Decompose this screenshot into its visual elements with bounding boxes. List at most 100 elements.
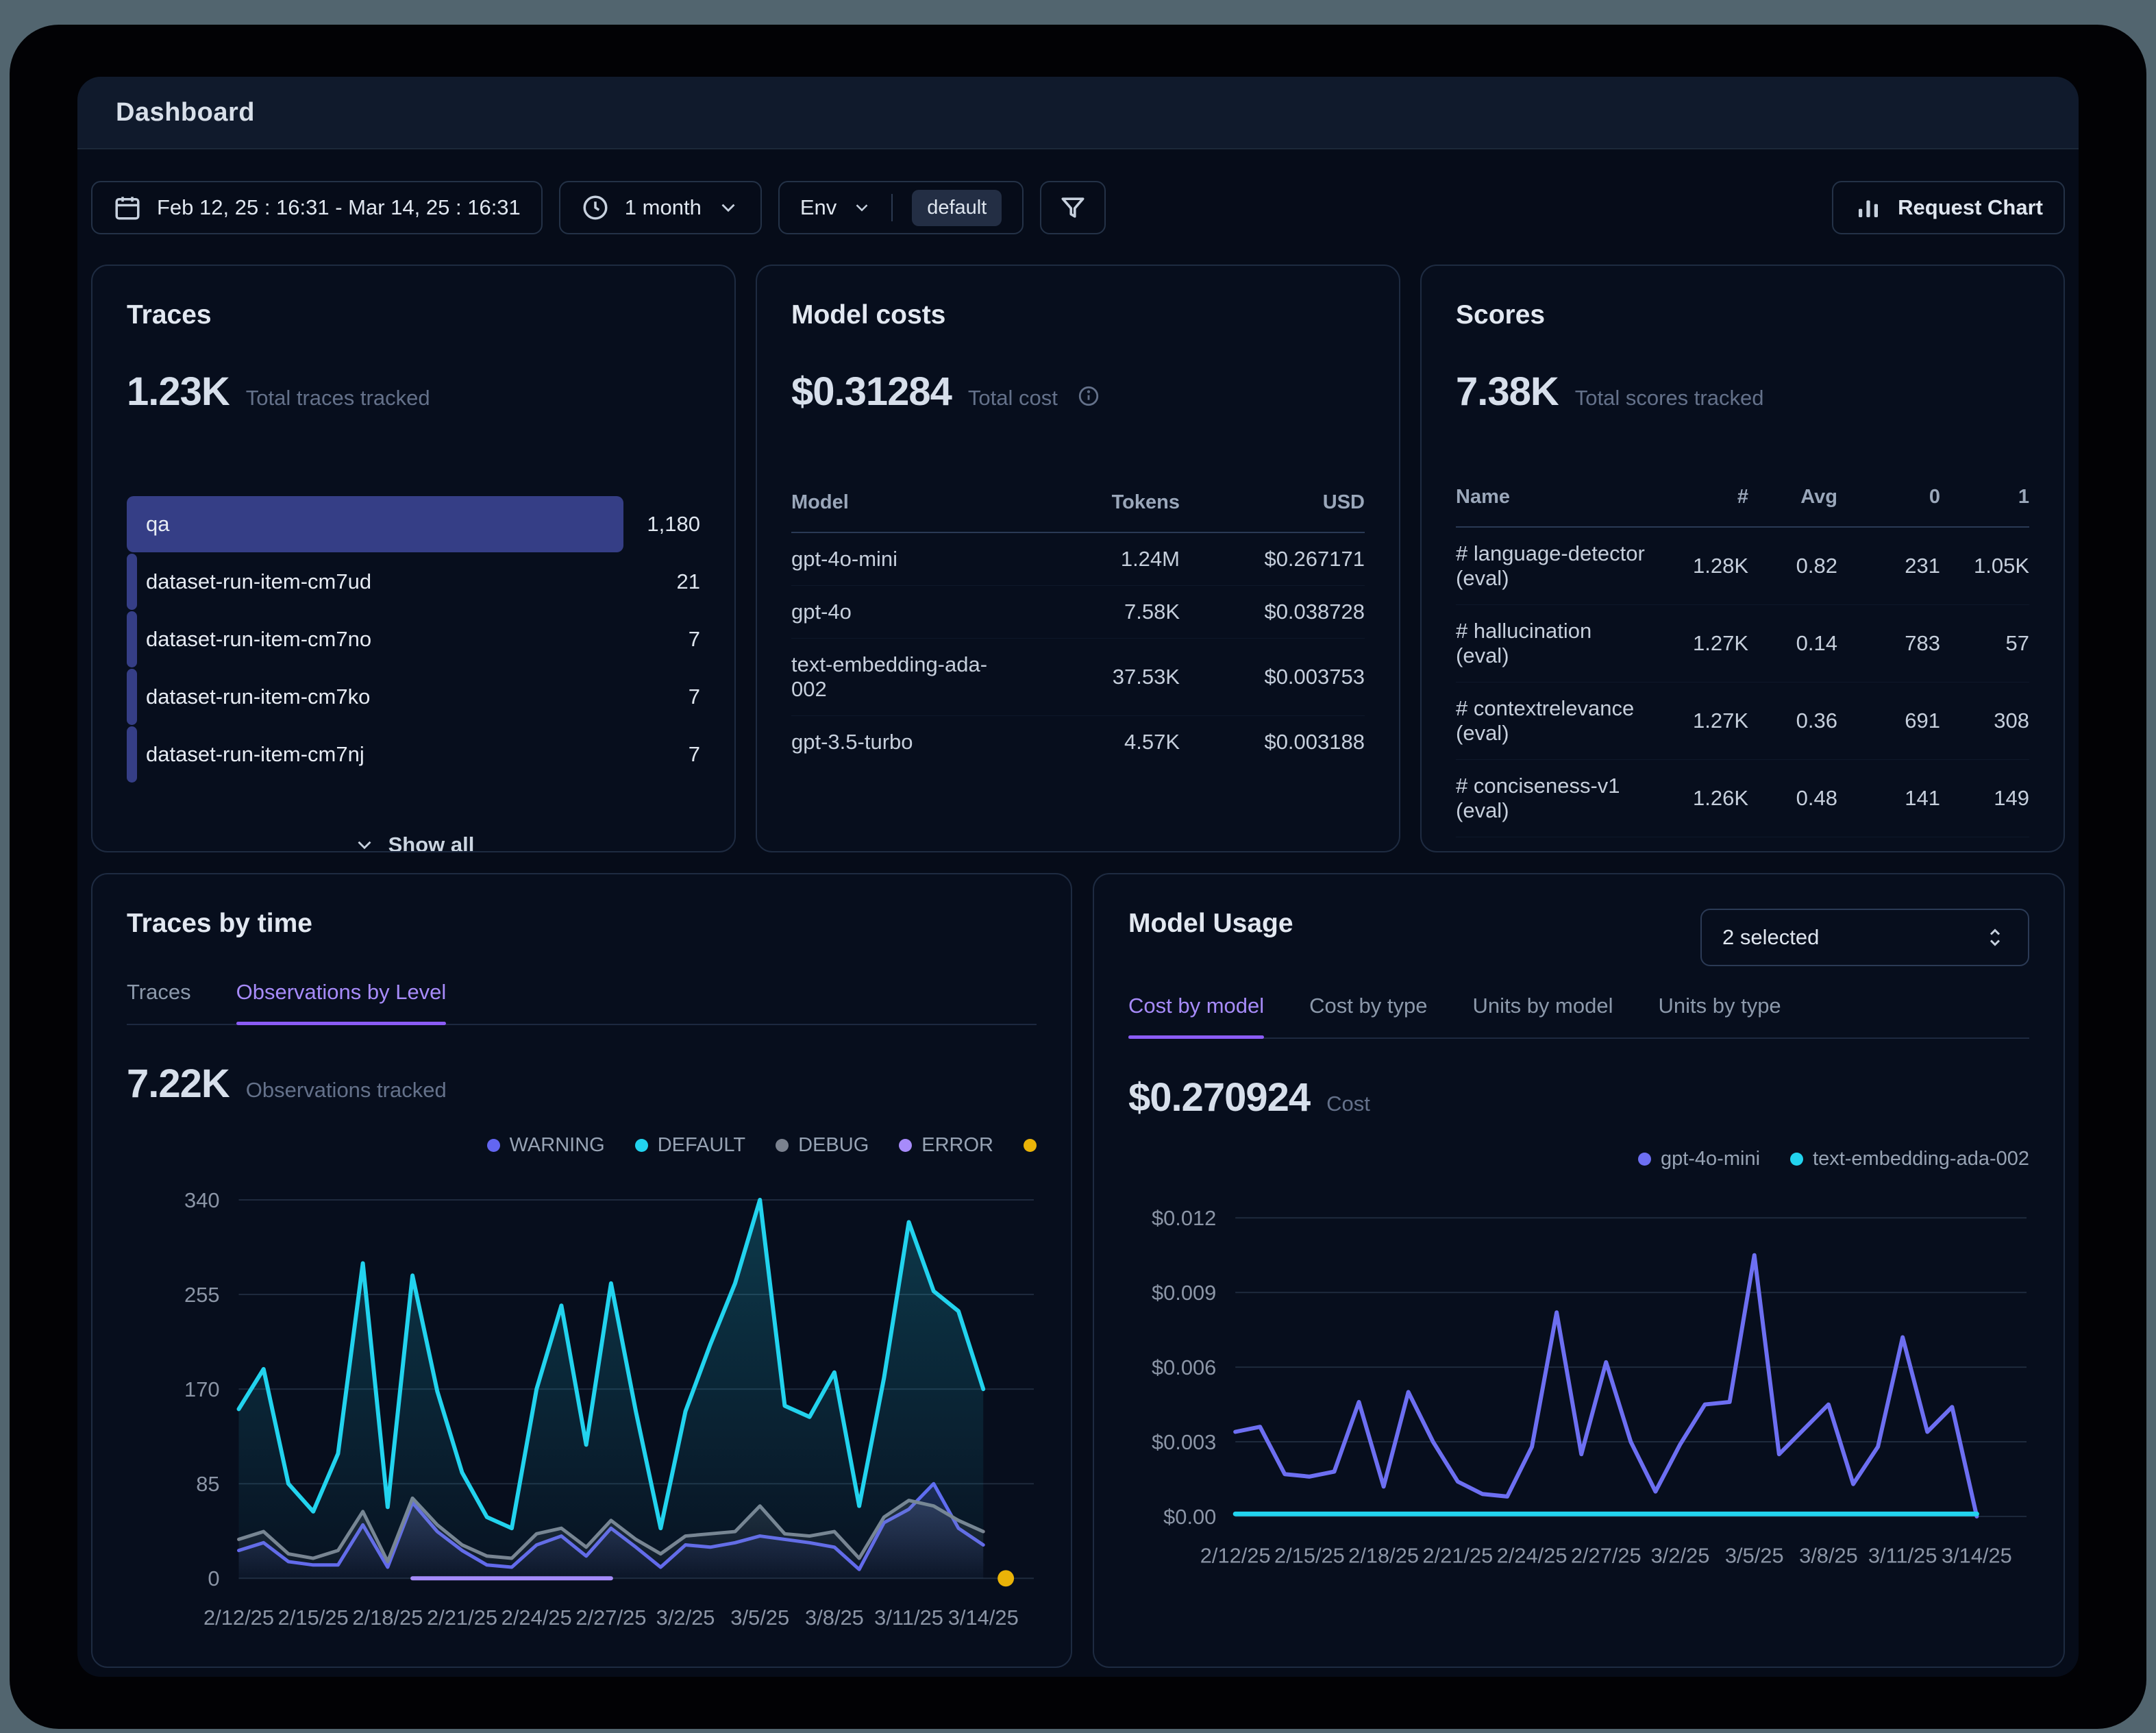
tab-traces[interactable]: Traces [127,980,191,1024]
trace-bar [127,669,137,725]
model-select-value: 2 selected [1722,925,1819,950]
table-row[interactable]: # conciseness-v1 (eval)1.26K0.48141149 [1456,760,2029,837]
tab-cost-by-model[interactable]: Cost by model [1128,994,1264,1037]
observations-by-level-chart: 0851702553402/12/252/15/252/18/252/21/25… [127,1175,1037,1654]
svg-text:3/5/25: 3/5/25 [730,1606,789,1630]
model-select[interactable]: 2 selected [1700,909,2029,966]
legend-item-default[interactable]: DEFAULT [635,1134,745,1157]
interval-value: 1 month [625,195,702,220]
legend-item-unlabeled[interactable] [1024,1139,1037,1152]
request-chart-button[interactable]: Request Chart [1832,181,2065,234]
tab-cost-by-type[interactable]: Cost by type [1309,994,1427,1037]
trace-count: 7 [623,627,700,652]
row-value: 1.27K [1646,631,1748,656]
show-all-label: Show all [388,833,475,852]
table-row[interactable]: gpt-4o7.58K$0.038728 [791,586,1365,639]
row-value: 1.27K [1646,709,1748,733]
legend-item-gpt-4o-mini[interactable]: gpt-4o-mini [1638,1148,1760,1170]
trace-row[interactable]: dataset-run-item-cm7no7 [127,611,700,668]
row-value: 57 [1940,631,2029,656]
row-value: 1.26K [1646,786,1748,811]
toolbar: Feb 12, 25 : 16:31 - Mar 14, 25 : 16:31 … [91,181,2065,234]
table-row[interactable]: # contextrelevance (eval)1.27K0.36691308 [1456,683,2029,760]
row-name: # conciseness-v1 (eval) [1456,774,1646,823]
row-value: 149 [1940,786,2029,811]
row-value: 7.58K [1008,600,1180,624]
clock-icon [581,193,610,222]
info-icon[interactable] [1077,384,1100,408]
svg-text:2/18/25: 2/18/25 [352,1606,423,1630]
request-chart-label: Request Chart [1898,195,2043,220]
env-filter[interactable]: Env default [778,181,1024,234]
tab-units-by-type[interactable]: Units by type [1658,994,1781,1037]
model-usage-card: Model Usage 2 selected Cost by model Cost… [1093,873,2065,1668]
divider [891,194,893,221]
tab-units-by-model[interactable]: Units by model [1472,994,1613,1037]
row-value: 1.25K [1837,851,1940,852]
row-name: gpt-4o-mini [791,547,1008,571]
row-value: 0.82 [1748,554,1837,578]
svg-text:2/12/25: 2/12/25 [1200,1544,1271,1568]
row-value: 308 [1940,709,2029,733]
svg-text:3/14/25: 3/14/25 [948,1606,1019,1630]
row-value: $0.003188 [1180,730,1365,754]
trace-row[interactable]: qa1,180 [127,495,700,553]
legend-label: DEBUG [798,1134,869,1157]
calendar-icon [113,193,142,222]
funnel-icon [1058,193,1088,223]
traces-by-time-card: Traces by time TracesObservations by Lev… [91,873,1072,1668]
table-row[interactable]: # toxicity-v2 (eval)1.25K01.25K0 [1456,837,2029,852]
chevron-down-icon [717,196,740,219]
trace-count: 1,180 [623,512,700,537]
chevron-down-icon [353,833,376,852]
table-row[interactable]: gpt-4o-mini1.24M$0.267171 [791,533,1365,586]
svg-text:3/11/25: 3/11/25 [874,1606,943,1630]
window-frame: Dashboard Feb 12, 25 : 16:31 - Mar 14, 2… [10,25,2146,1729]
table-row[interactable]: gpt-3.5-turbo4.57K$0.003188 [791,716,1365,768]
row-value: 0 [1940,851,2029,852]
trace-bar [127,726,137,783]
chevron-down-icon [852,197,872,218]
table-row[interactable]: # language-detector (eval)1.28K0.822311.… [1456,528,2029,605]
row-value: 783 [1837,631,1940,656]
svg-text:85: 85 [196,1472,219,1496]
table-header-row: ModelTokensUSD [791,491,1365,533]
model-costs-card: Model costs $0.31284 Total cost ModelTok… [756,265,1400,852]
column-header: Avg [1748,486,1837,508]
svg-text:2/24/25: 2/24/25 [501,1606,572,1630]
env-filter-label: Env [800,195,837,220]
legend-item-text-embedding-ada-002[interactable]: text-embedding-ada-002 [1790,1148,2029,1170]
svg-text:$0.009: $0.009 [1152,1281,1216,1305]
chevrons-up-down-icon [1983,925,2007,950]
traces-show-all-button[interactable]: Show all [127,833,700,852]
row-name: # hallucination (eval) [1456,619,1646,668]
trace-row[interactable]: dataset-run-item-cm7ko7 [127,668,700,726]
legend-dot [1790,1153,1803,1166]
metrics-row: Traces 1.23K Total traces tracked qa1,18… [91,265,2065,852]
legend-item-warning[interactable]: WARNING [487,1134,605,1157]
filter-button[interactable] [1040,181,1106,234]
cost-by-model-chart: $0.00$0.003$0.006$0.009$0.0122/12/252/15… [1128,1188,2029,1572]
table-row[interactable]: # hallucination (eval)1.27K0.1478357 [1456,605,2029,683]
legend-item-debug[interactable]: DEBUG [776,1134,869,1157]
card-title: Model Usage [1128,909,1293,939]
legend-item-error[interactable]: ERROR [899,1134,993,1157]
date-range-value: Feb 12, 25 : 16:31 - Mar 14, 25 : 16:31 [157,195,521,220]
table-row[interactable]: text-embedding-ada-00237.53K$0.003753 [791,639,1365,716]
svg-text:2/24/25: 2/24/25 [1497,1544,1568,1568]
date-range-picker[interactable]: Feb 12, 25 : 16:31 - Mar 14, 25 : 16:31 [91,181,543,234]
tab-observations-by-level[interactable]: Observations by Level [236,980,447,1024]
row-value: 231 [1837,554,1940,578]
row-value: 0 [1748,851,1837,852]
traces-metric: 1.23K [127,369,230,415]
svg-text:3/5/25: 3/5/25 [1725,1544,1784,1568]
card-title: Scores [1456,300,2029,330]
interval-select[interactable]: 1 month [559,181,762,234]
trace-count: 7 [623,685,700,709]
legend-dot [776,1139,789,1152]
trace-row[interactable]: dataset-run-item-cm7nj7 [127,726,700,783]
top-bar: Dashboard [77,77,2079,149]
trace-name: dataset-run-item-cm7nj [146,742,364,767]
trace-row[interactable]: dataset-run-item-cm7ud21 [127,553,700,611]
traces-list: qa1,180dataset-run-item-cm7ud21dataset-r… [127,495,700,783]
